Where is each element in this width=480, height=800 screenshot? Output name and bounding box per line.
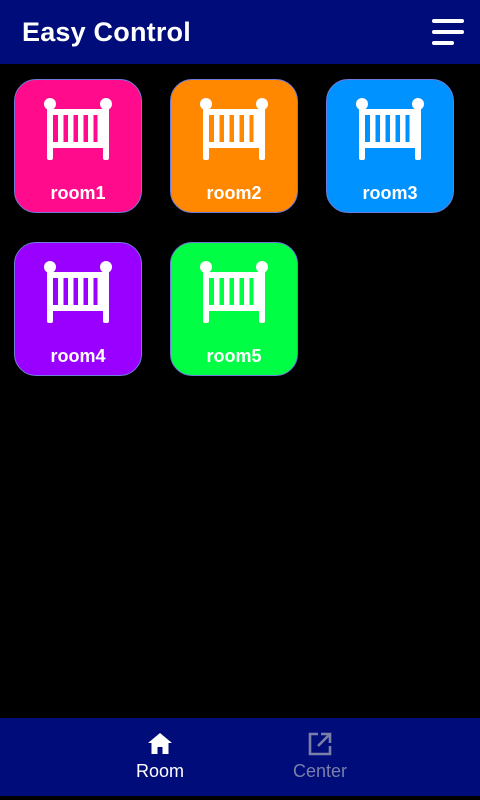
crib-icon xyxy=(200,261,268,323)
room-label: room4 xyxy=(50,346,106,366)
crib-icon xyxy=(200,98,268,160)
room-label: room1 xyxy=(50,183,106,203)
app-title: Easy Control xyxy=(22,16,191,47)
bottom-edge xyxy=(0,796,480,800)
nav-item-room[interactable]: Room xyxy=(100,718,220,796)
room-tile-room3[interactable]: room3 xyxy=(326,79,454,213)
room-tile-room1[interactable]: room1 xyxy=(14,79,142,213)
open-external-icon xyxy=(308,732,332,756)
bottom-navigation: Room Center xyxy=(0,718,480,796)
crib-icon xyxy=(44,261,112,323)
menu-icon xyxy=(432,19,464,45)
room-tile-room4[interactable]: room4 xyxy=(14,242,142,376)
room-label: room2 xyxy=(206,183,262,203)
room-grid: room1 room2 room3 room4 room5 xyxy=(0,64,480,718)
crib-icon xyxy=(44,98,112,160)
crib-icon xyxy=(356,98,424,160)
room-label: room5 xyxy=(206,346,262,366)
room-tile-room2[interactable]: room2 xyxy=(170,79,298,213)
nav-label-center: Center xyxy=(292,761,348,781)
home-icon xyxy=(148,733,172,754)
nav-item-center[interactable]: Center xyxy=(260,718,380,796)
nav-label-room: Room xyxy=(135,761,184,781)
menu-button[interactable] xyxy=(430,14,466,50)
room-label: room3 xyxy=(362,183,418,203)
room-tile-room5[interactable]: room5 xyxy=(170,242,298,376)
app-bar: Easy Control xyxy=(0,0,480,64)
